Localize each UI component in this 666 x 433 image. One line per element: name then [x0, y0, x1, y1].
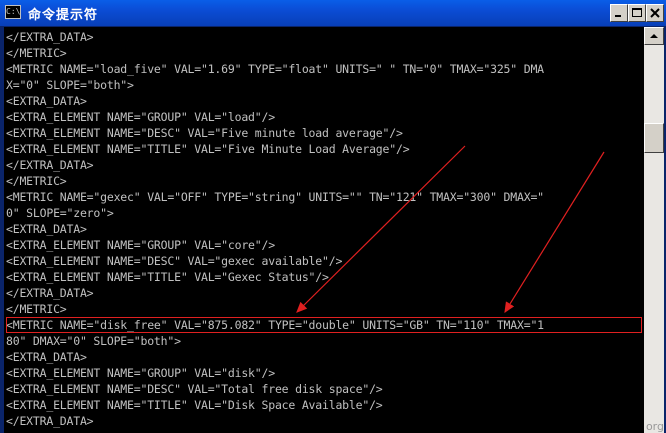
console-line: <METRIC NAME="gexec" VAL="OFF" TYPE="str…: [6, 190, 544, 204]
console-icon[interactable]: C:\: [5, 5, 21, 19]
console-line: <EXTRA_DATA>: [6, 94, 87, 108]
vertical-scrollbar[interactable]: [644, 27, 664, 433]
scroll-up-arrow-icon: [650, 34, 658, 38]
watermark: org: [645, 420, 664, 433]
console-line: </EXTRA_DATA>: [6, 158, 94, 172]
minimize-button[interactable]: [610, 4, 628, 22]
console-line: 0" SLOPE="zero">: [6, 206, 114, 220]
console-line: </METRIC>: [6, 174, 67, 188]
console-line: </METRIC>: [6, 302, 67, 316]
scroll-up-button[interactable]: [644, 27, 664, 45]
minimize-icon: [615, 15, 621, 17]
maximize-icon: [632, 8, 642, 17]
scroll-thumb[interactable]: [644, 123, 664, 153]
console-line: <EXTRA_ELEMENT NAME="DESC" VAL="gexec av…: [6, 254, 343, 268]
console-line: <EXTRA_ELEMENT NAME="TITLE" VAL="Gexec S…: [6, 270, 329, 284]
console-line: <EXTRA_ELEMENT NAME="GROUP" VAL="core"/>: [6, 238, 275, 252]
console-line: <EXTRA_ELEMENT NAME="DESC" VAL="Five min…: [6, 126, 403, 140]
console-line: </EXTRA_DATA>: [6, 414, 94, 428]
console-line: <EXTRA_DATA>: [6, 350, 87, 364]
console-line: <METRIC NAME="load_five" VAL="1.69" TYPE…: [6, 62, 544, 76]
console-line: </EXTRA_DATA>: [6, 286, 94, 300]
console-output[interactable]: </EXTRA_DATA> </METRIC> <METRIC NAME="load…: [4, 27, 644, 433]
title-bar[interactable]: C:\ 命令提示符: [0, 0, 666, 26]
highlighted-console-line: <METRIC NAME="disk_free" VAL="875.082" T…: [6, 317, 642, 333]
maximize-button[interactable]: [628, 4, 646, 22]
console-line: X="0" SLOPE="both">: [6, 78, 134, 92]
console-line: <EXTRA_ELEMENT NAME="GROUP" VAL="load"/>: [6, 110, 275, 124]
console-line: <EXTRA_ELEMENT NAME="GROUP" VAL="disk"/>: [6, 366, 275, 380]
console-line: <EXTRA_ELEMENT NAME="DESC" VAL="Total fr…: [6, 382, 383, 396]
console-lines: </EXTRA_DATA> </METRIC> <METRIC NAME="load…: [6, 29, 642, 429]
window-title: 命令提示符: [28, 8, 99, 23]
close-icon: [650, 8, 660, 18]
cmd-window: C:\ 命令提示符 </EXTRA_DATA> </METRIC> <METRIC …: [0, 0, 666, 433]
console-line: 80" DMAX="0" SLOPE="both">: [6, 334, 181, 348]
close-button[interactable]: [646, 4, 664, 22]
console-line: <EXTRA_ELEMENT NAME="TITLE" VAL="Five Mi…: [6, 142, 410, 156]
console-line: </EXTRA_DATA>: [6, 30, 94, 44]
console-line: <EXTRA_ELEMENT NAME="TITLE" VAL="Disk Sp…: [6, 398, 383, 412]
console-line: <EXTRA_DATA>: [6, 222, 87, 236]
console-line: </METRIC>: [6, 46, 67, 60]
